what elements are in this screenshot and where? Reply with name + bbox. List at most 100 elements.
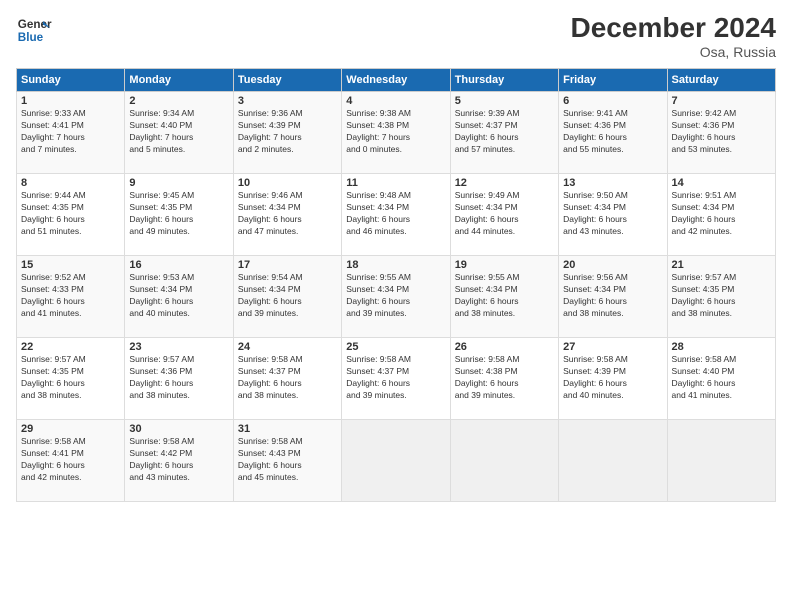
day-number: 19 <box>455 259 554 271</box>
day-info: Sunrise: 9:45 AM Sunset: 4:35 PM Dayligh… <box>129 190 228 238</box>
day-cell: 7Sunrise: 9:42 AM Sunset: 4:36 PM Daylig… <box>667 92 775 174</box>
day-cell: 21Sunrise: 9:57 AM Sunset: 4:35 PM Dayli… <box>667 256 775 338</box>
day-number: 21 <box>672 259 771 271</box>
day-cell: 18Sunrise: 9:55 AM Sunset: 4:34 PM Dayli… <box>342 256 450 338</box>
day-number: 9 <box>129 177 228 189</box>
day-cell <box>342 420 450 502</box>
day-cell: 20Sunrise: 9:56 AM Sunset: 4:34 PM Dayli… <box>559 256 667 338</box>
day-number: 23 <box>129 341 228 353</box>
day-info: Sunrise: 9:57 AM Sunset: 4:35 PM Dayligh… <box>672 272 771 320</box>
calendar-container: General Blue December 2024 Osa, Russia S… <box>0 0 792 510</box>
day-number: 26 <box>455 341 554 353</box>
day-cell: 11Sunrise: 9:48 AM Sunset: 4:34 PM Dayli… <box>342 174 450 256</box>
day-number: 28 <box>672 341 771 353</box>
day-cell: 9Sunrise: 9:45 AM Sunset: 4:35 PM Daylig… <box>125 174 233 256</box>
day-cell: 24Sunrise: 9:58 AM Sunset: 4:37 PM Dayli… <box>233 338 341 420</box>
day-info: Sunrise: 9:58 AM Sunset: 4:39 PM Dayligh… <box>563 354 662 402</box>
day-number: 20 <box>563 259 662 271</box>
day-cell: 28Sunrise: 9:58 AM Sunset: 4:40 PM Dayli… <box>667 338 775 420</box>
day-cell: 4Sunrise: 9:38 AM Sunset: 4:38 PM Daylig… <box>342 92 450 174</box>
day-info: Sunrise: 9:58 AM Sunset: 4:42 PM Dayligh… <box>129 436 228 484</box>
day-cell: 13Sunrise: 9:50 AM Sunset: 4:34 PM Dayli… <box>559 174 667 256</box>
day-cell: 17Sunrise: 9:54 AM Sunset: 4:34 PM Dayli… <box>233 256 341 338</box>
day-info: Sunrise: 9:41 AM Sunset: 4:36 PM Dayligh… <box>563 108 662 156</box>
day-info: Sunrise: 9:51 AM Sunset: 4:34 PM Dayligh… <box>672 190 771 238</box>
day-number: 27 <box>563 341 662 353</box>
day-info: Sunrise: 9:53 AM Sunset: 4:34 PM Dayligh… <box>129 272 228 320</box>
day-cell: 26Sunrise: 9:58 AM Sunset: 4:38 PM Dayli… <box>450 338 558 420</box>
day-number: 25 <box>346 341 445 353</box>
col-header-sunday: Sunday <box>17 69 125 92</box>
day-info: Sunrise: 9:46 AM Sunset: 4:34 PM Dayligh… <box>238 190 337 238</box>
day-cell: 12Sunrise: 9:49 AM Sunset: 4:34 PM Dayli… <box>450 174 558 256</box>
day-info: Sunrise: 9:55 AM Sunset: 4:34 PM Dayligh… <box>455 272 554 320</box>
week-row-2: 8Sunrise: 9:44 AM Sunset: 4:35 PM Daylig… <box>17 174 776 256</box>
month-title: December 2024 <box>571 12 776 44</box>
day-info: Sunrise: 9:55 AM Sunset: 4:34 PM Dayligh… <box>346 272 445 320</box>
day-cell <box>559 420 667 502</box>
col-header-monday: Monday <box>125 69 233 92</box>
day-cell: 30Sunrise: 9:58 AM Sunset: 4:42 PM Dayli… <box>125 420 233 502</box>
col-header-thursday: Thursday <box>450 69 558 92</box>
col-header-tuesday: Tuesday <box>233 69 341 92</box>
day-number: 3 <box>238 95 337 107</box>
logo-icon: General Blue <box>16 12 52 48</box>
day-number: 12 <box>455 177 554 189</box>
day-info: Sunrise: 9:38 AM Sunset: 4:38 PM Dayligh… <box>346 108 445 156</box>
day-cell <box>450 420 558 502</box>
day-cell: 3Sunrise: 9:36 AM Sunset: 4:39 PM Daylig… <box>233 92 341 174</box>
day-number: 15 <box>21 259 120 271</box>
day-number: 24 <box>238 341 337 353</box>
day-info: Sunrise: 9:52 AM Sunset: 4:33 PM Dayligh… <box>21 272 120 320</box>
week-row-4: 22Sunrise: 9:57 AM Sunset: 4:35 PM Dayli… <box>17 338 776 420</box>
day-number: 7 <box>672 95 771 107</box>
day-cell: 5Sunrise: 9:39 AM Sunset: 4:37 PM Daylig… <box>450 92 558 174</box>
day-number: 1 <box>21 95 120 107</box>
svg-text:Blue: Blue <box>18 31 44 44</box>
day-cell: 15Sunrise: 9:52 AM Sunset: 4:33 PM Dayli… <box>17 256 125 338</box>
day-cell: 10Sunrise: 9:46 AM Sunset: 4:34 PM Dayli… <box>233 174 341 256</box>
day-number: 8 <box>21 177 120 189</box>
day-number: 10 <box>238 177 337 189</box>
day-info: Sunrise: 9:48 AM Sunset: 4:34 PM Dayligh… <box>346 190 445 238</box>
day-cell: 19Sunrise: 9:55 AM Sunset: 4:34 PM Dayli… <box>450 256 558 338</box>
day-cell: 22Sunrise: 9:57 AM Sunset: 4:35 PM Dayli… <box>17 338 125 420</box>
header-row: SundayMondayTuesdayWednesdayThursdayFrid… <box>17 69 776 92</box>
day-cell: 27Sunrise: 9:58 AM Sunset: 4:39 PM Dayli… <box>559 338 667 420</box>
day-info: Sunrise: 9:42 AM Sunset: 4:36 PM Dayligh… <box>672 108 771 156</box>
day-cell: 16Sunrise: 9:53 AM Sunset: 4:34 PM Dayli… <box>125 256 233 338</box>
title-block: December 2024 Osa, Russia <box>571 12 776 60</box>
day-cell: 25Sunrise: 9:58 AM Sunset: 4:37 PM Dayli… <box>342 338 450 420</box>
day-cell: 1Sunrise: 9:33 AM Sunset: 4:41 PM Daylig… <box>17 92 125 174</box>
day-number: 14 <box>672 177 771 189</box>
day-cell: 29Sunrise: 9:58 AM Sunset: 4:41 PM Dayli… <box>17 420 125 502</box>
week-row-5: 29Sunrise: 9:58 AM Sunset: 4:41 PM Dayli… <box>17 420 776 502</box>
day-info: Sunrise: 9:36 AM Sunset: 4:39 PM Dayligh… <box>238 108 337 156</box>
col-header-wednesday: Wednesday <box>342 69 450 92</box>
day-info: Sunrise: 9:39 AM Sunset: 4:37 PM Dayligh… <box>455 108 554 156</box>
day-info: Sunrise: 9:57 AM Sunset: 4:35 PM Dayligh… <box>21 354 120 402</box>
day-cell: 6Sunrise: 9:41 AM Sunset: 4:36 PM Daylig… <box>559 92 667 174</box>
day-number: 22 <box>21 341 120 353</box>
day-number: 13 <box>563 177 662 189</box>
header: General Blue December 2024 Osa, Russia <box>16 12 776 60</box>
week-row-1: 1Sunrise: 9:33 AM Sunset: 4:41 PM Daylig… <box>17 92 776 174</box>
col-header-friday: Friday <box>559 69 667 92</box>
day-number: 5 <box>455 95 554 107</box>
day-number: 16 <box>129 259 228 271</box>
day-number: 31 <box>238 423 337 435</box>
day-number: 30 <box>129 423 228 435</box>
day-cell: 2Sunrise: 9:34 AM Sunset: 4:40 PM Daylig… <box>125 92 233 174</box>
day-info: Sunrise: 9:34 AM Sunset: 4:40 PM Dayligh… <box>129 108 228 156</box>
day-cell <box>667 420 775 502</box>
day-info: Sunrise: 9:57 AM Sunset: 4:36 PM Dayligh… <box>129 354 228 402</box>
day-number: 29 <box>21 423 120 435</box>
week-row-3: 15Sunrise: 9:52 AM Sunset: 4:33 PM Dayli… <box>17 256 776 338</box>
day-number: 11 <box>346 177 445 189</box>
day-number: 4 <box>346 95 445 107</box>
day-number: 6 <box>563 95 662 107</box>
day-number: 17 <box>238 259 337 271</box>
day-number: 18 <box>346 259 445 271</box>
day-info: Sunrise: 9:58 AM Sunset: 4:41 PM Dayligh… <box>21 436 120 484</box>
day-number: 2 <box>129 95 228 107</box>
